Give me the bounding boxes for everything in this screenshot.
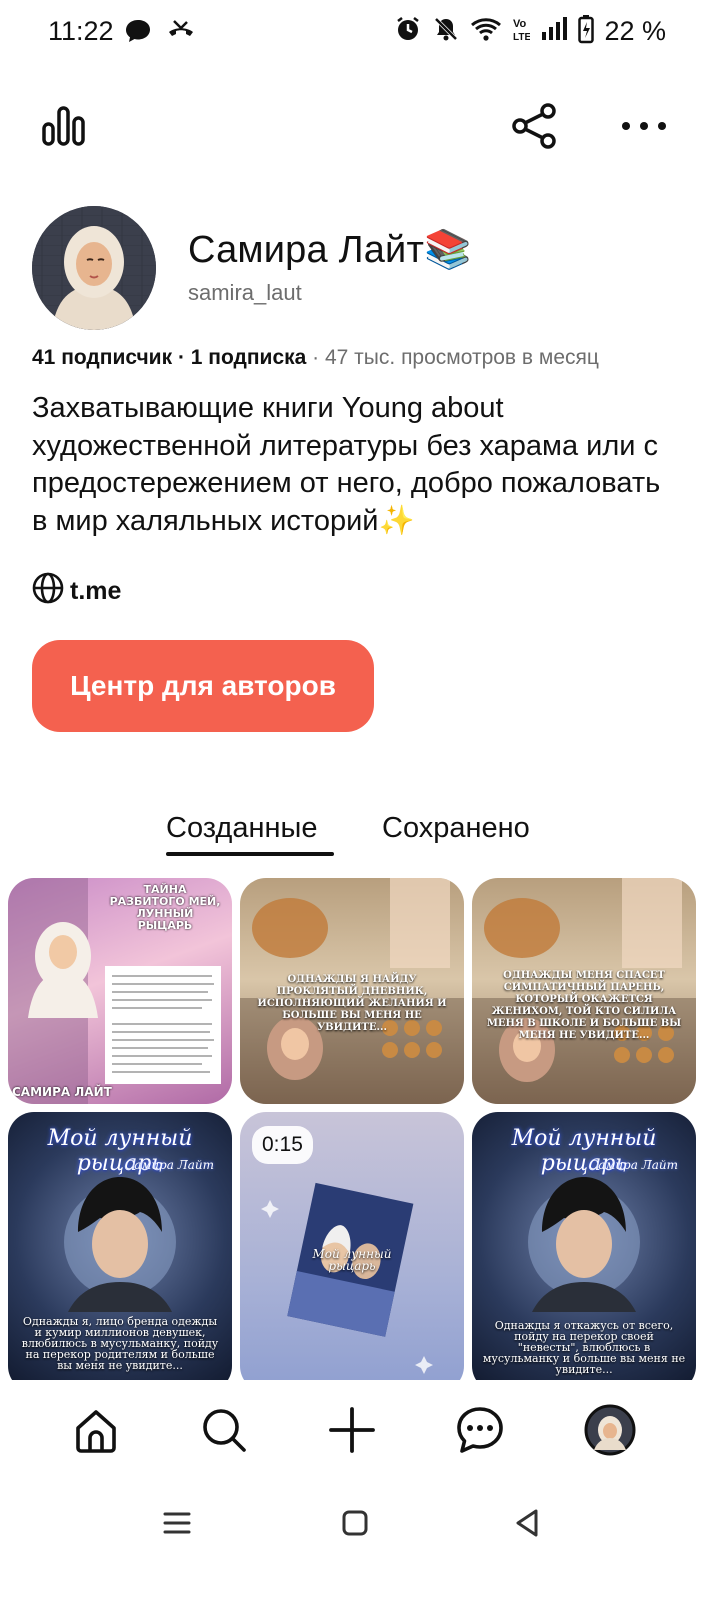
svg-text:LTE: LTE (513, 32, 530, 43)
profile-username: samira_laut (188, 280, 302, 305)
status-time: 11:22 (48, 16, 114, 46)
pin-text: ОДНАЖДЫ МЕНЯ СПАСЕТ СИМПАТИЧНЫЙ ПАРЕНЬ, … (486, 970, 682, 1041)
more-icon[interactable] (614, 96, 674, 156)
pin-author: Самира Лайт (125, 1158, 214, 1172)
profile-bio: Захватывающие книги Young about художест… (32, 392, 661, 537)
volte-icon: Vo LTE (512, 15, 531, 48)
pin-card-video[interactable]: 0:15 Мой лунный рыцарь (240, 1112, 464, 1380)
profile-link-text: t.me (70, 577, 122, 605)
pin-card[interactable]: ОДНАЖДЫ МЕНЯ СПАСЕТ СИМПАТИЧНЫЙ ПАРЕНЬ, … (472, 878, 696, 1104)
tab-created[interactable]: Созданные (166, 812, 317, 845)
profile-avatar-icon[interactable] (582, 1402, 638, 1458)
followers-count[interactable]: 41 подписчик (32, 346, 172, 369)
chat-bubble-icon (124, 18, 152, 49)
alarm-icon (394, 15, 422, 48)
recents-icon[interactable] (160, 1506, 194, 1540)
pin-card[interactable]: Мой лунный рыцарь Самира Лайт Однажды я,… (8, 1112, 232, 1380)
pin-author: САМИРА ЛАЙТ (12, 1085, 112, 1099)
profile-link[interactable]: t.me (32, 572, 121, 611)
pin-card[interactable]: ОДНАЖДЫ Я НАЙДУ ПРОКЛЯТЫЙ ДНЕВНИК, ИСПОЛ… (240, 878, 464, 1104)
tab-saved[interactable]: Сохранено (382, 812, 530, 845)
globe-icon (32, 572, 64, 611)
messages-icon[interactable] (452, 1402, 508, 1458)
pin-title: ТАЙНА РАЗБИТОГО МЕЙ, ЛУННЫЙ РЫЦАРЬ (109, 883, 221, 932)
signal-icon (540, 16, 568, 47)
wifi-icon (470, 16, 502, 47)
analytics-icon[interactable] (36, 96, 92, 156)
profile-toolbar (0, 90, 720, 162)
monthly-views: · 47 тыс. просмотров в месяц (306, 346, 599, 369)
pin-card[interactable]: Мой лунный рыцарь Самира Лайт Однажды я … (472, 1112, 696, 1380)
creator-hub-button[interactable]: Центр для авторов (32, 640, 374, 732)
profile-name: Самира Лайт📚 (188, 229, 472, 271)
profile-stats: 41 подписчик · 1 подписка · 47 тыс. прос… (32, 346, 599, 370)
battery-charging-icon (578, 14, 595, 49)
status-bar: 11:22 Vo LTE 22 % (0, 0, 720, 64)
home-square-icon[interactable] (338, 1506, 372, 1540)
pin-text: Однажды я, лицо бренда одежды и кумир ми… (21, 1315, 219, 1372)
search-icon[interactable] (196, 1402, 252, 1458)
pin-card[interactable]: ТАЙНА РАЗБИТОГО МЕЙ, ЛУННЫЙ РЫЦАРЬ САМИР… (8, 878, 232, 1104)
pin-author: Самира Лайт (589, 1158, 678, 1172)
home-icon[interactable] (68, 1402, 124, 1458)
active-tab-indicator (166, 852, 334, 856)
battery-percent: 22 % (604, 16, 666, 46)
pin-book-title: Мой лунный рыцарь (312, 1247, 392, 1273)
video-duration-badge: 0:15 (252, 1126, 313, 1164)
back-icon[interactable] (510, 1506, 544, 1540)
create-icon[interactable] (324, 1402, 380, 1458)
pin-text: ОДНАЖДЫ Я НАЙДУ ПРОКЛЯТЫЙ ДНЕВНИК, ИСПОЛ… (257, 974, 447, 1033)
pin-grid: ТАЙНА РАЗБИТОГО МЕЙ, ЛУННЫЙ РЫЦАРЬ САМИР… (8, 878, 698, 1380)
following-count[interactable]: 1 подписка (191, 346, 307, 369)
stats-separator: · (172, 346, 191, 369)
bottom-navigation (0, 1380, 720, 1472)
svg-text:Vo: Vo (513, 18, 527, 30)
profile-avatar[interactable] (32, 206, 156, 330)
bell-muted-icon (432, 15, 460, 48)
system-navigation (0, 1480, 720, 1600)
missed-call-icon (166, 18, 196, 49)
pin-text: Однажды я откажусь от всего, пойду на пе… (482, 1319, 686, 1376)
share-icon[interactable] (504, 96, 564, 156)
